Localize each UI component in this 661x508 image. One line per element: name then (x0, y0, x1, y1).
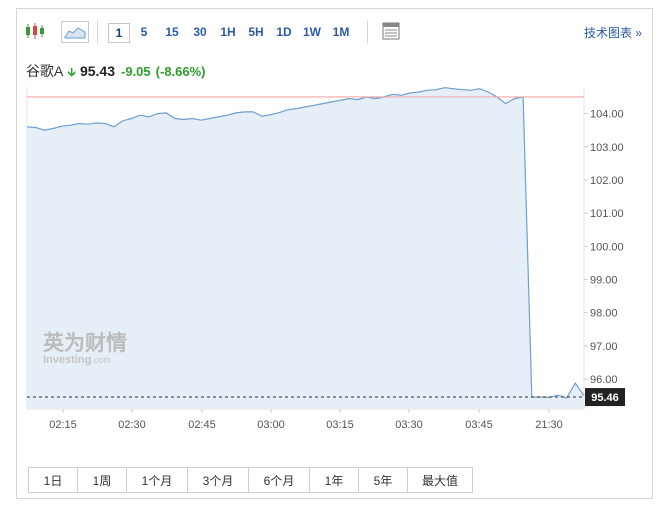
watermark-en: Investing.com (43, 354, 111, 366)
x-tick-label: 02:45 (188, 419, 216, 431)
x-tick-label: 02:30 (118, 419, 146, 431)
y-tick-label: 104.00 (590, 109, 624, 121)
y-tick-label: 101.00 (590, 208, 624, 220)
period-1m[interactable]: 1个月 (127, 468, 188, 492)
chart-widget: 1 5 15 30 1H 5H 1D 1W 1M 技术图表 » 谷歌A 🡳 95.4… (16, 8, 653, 499)
y-tick-label: 102.00 (590, 175, 624, 187)
watermark-cn: 英为财情 (43, 331, 127, 355)
x-tick-label: 03:30 (395, 419, 423, 431)
y-tick-label: 98.00 (590, 308, 618, 320)
x-tick-label: 21:30 (535, 419, 563, 431)
x-tick-label: 03:00 (257, 419, 285, 431)
period-1w[interactable]: 1周 (78, 468, 127, 492)
current-price-label: 95.46 (591, 392, 619, 404)
y-tick-label: 99.00 (590, 275, 618, 287)
period-1d[interactable]: 1日 (29, 468, 78, 492)
price-chart: 104.00 103.00 102.00 101.00 100.00 99.00 98.00… (26, 87, 625, 431)
period-6m[interactable]: 6个月 (249, 468, 310, 492)
y-tick-label: 97.00 (590, 341, 618, 353)
x-tick-label: 03:45 (465, 419, 493, 431)
watermark-en-suffix: .com (91, 355, 111, 365)
x-axis: 02:15 02:30 02:45 03:00 03:15 03:30 03:45 21:30 (49, 409, 563, 431)
period-max[interactable]: 最大值 (408, 468, 472, 492)
y-tick-label: 96.00 (590, 374, 618, 386)
y-tick-label: 103.00 (590, 142, 624, 154)
y-axis: 104.00 103.00 102.00 101.00 100.00 99.00 98.00… (584, 109, 624, 386)
period-3m[interactable]: 3个月 (188, 468, 249, 492)
period-selector: 1日 1周 1个月 3个月 6个月 1年 5年 最大值 (28, 467, 473, 493)
y-tick-label: 100.00 (590, 241, 624, 253)
period-1y[interactable]: 1年 (310, 468, 359, 492)
x-tick-label: 03:15 (326, 419, 354, 431)
period-5y[interactable]: 5年 (359, 468, 408, 492)
x-tick-label: 02:15 (49, 419, 77, 431)
watermark-en-main: Investing (43, 354, 91, 366)
